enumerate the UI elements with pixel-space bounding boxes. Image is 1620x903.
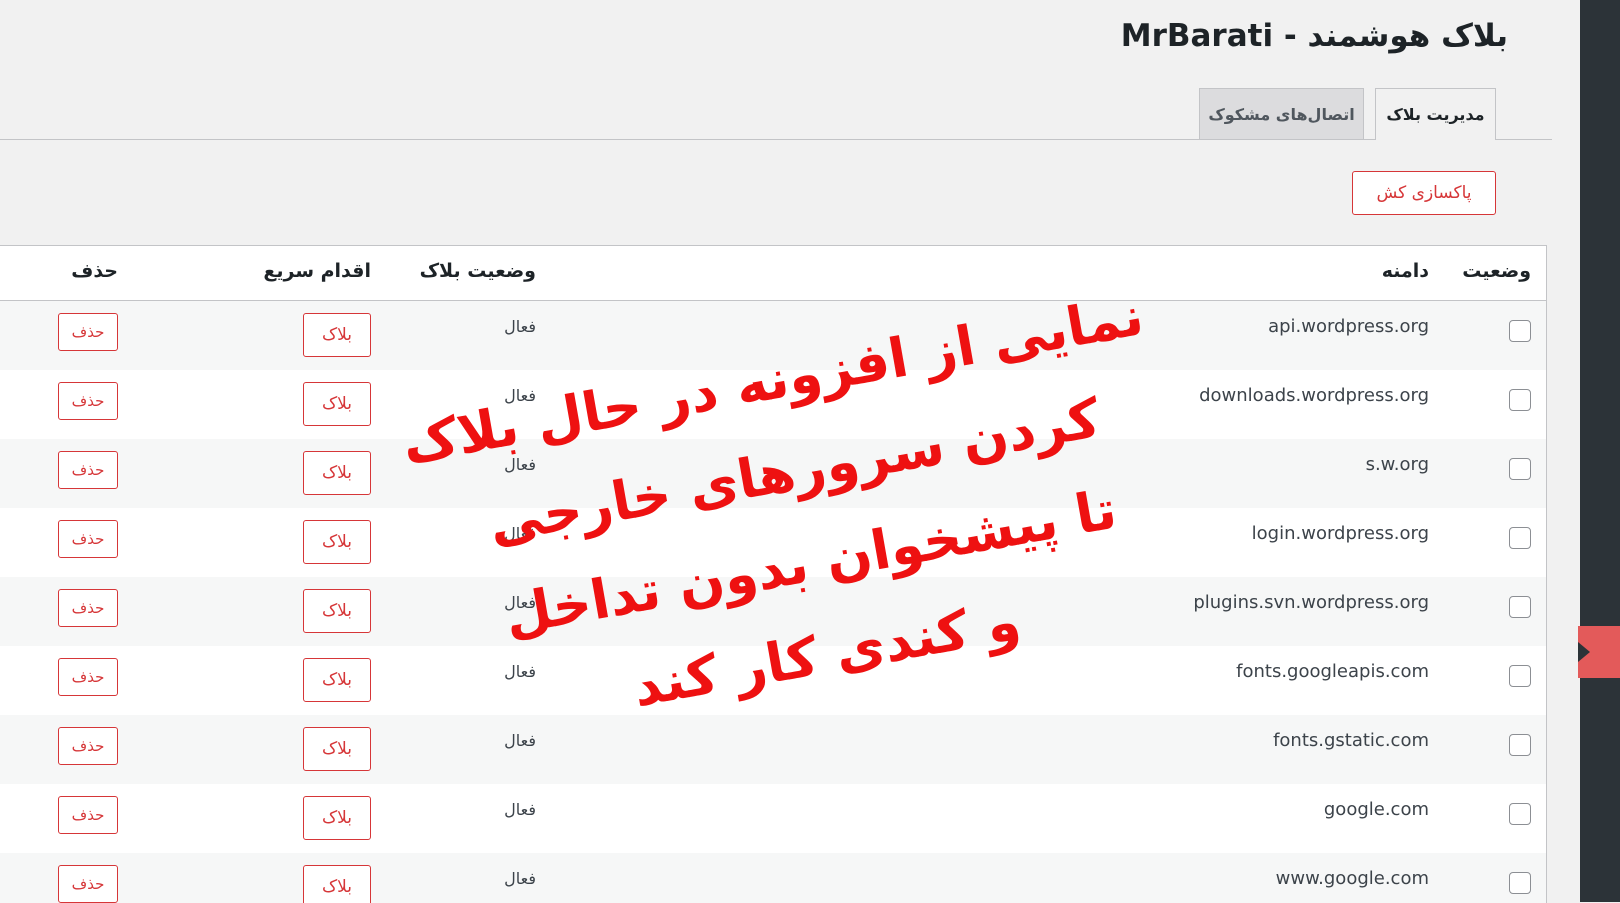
domains-table: وضعیت دامنه وضعیت بلاک اقدام سریع حذف ap… bbox=[0, 245, 1547, 903]
block-status: فعال bbox=[504, 386, 536, 405]
row-checkbox[interactable] bbox=[1509, 872, 1531, 894]
domain-name: s.w.org bbox=[1365, 454, 1429, 475]
row-checkbox[interactable] bbox=[1509, 320, 1531, 342]
delete-button[interactable]: حذف bbox=[58, 865, 118, 903]
delete-button[interactable]: حذف bbox=[58, 589, 118, 627]
domain-name: login.wordpress.org bbox=[1251, 523, 1429, 544]
table-row: api.wordpress.org فعال بلاک حذف bbox=[0, 301, 1546, 370]
block-status: فعال bbox=[504, 593, 536, 612]
row-checkbox[interactable] bbox=[1509, 803, 1531, 825]
column-header-quick-action: اقدام سریع bbox=[263, 260, 371, 282]
domain-name: plugins.svn.wordpress.org bbox=[1193, 592, 1429, 613]
block-status: فعال bbox=[504, 731, 536, 750]
table-row: s.w.org فعال بلاک حذف bbox=[0, 439, 1546, 508]
block-status: فعال bbox=[504, 524, 536, 543]
block-status: فعال bbox=[504, 662, 536, 681]
block-button[interactable]: بلاک bbox=[303, 313, 371, 357]
column-header-status: وضعیت bbox=[1462, 260, 1531, 282]
table-row: www.google.com فعال بلاک حذف bbox=[0, 853, 1546, 903]
row-checkbox[interactable] bbox=[1509, 734, 1531, 756]
tabs-divider bbox=[0, 139, 1552, 140]
delete-button[interactable]: حذف bbox=[58, 382, 118, 420]
page-title: بلاک هوشمند - MrBarati bbox=[1120, 18, 1508, 54]
block-button[interactable]: بلاک bbox=[303, 382, 371, 426]
table-row: fonts.gstatic.com فعال بلاک حذف bbox=[0, 715, 1546, 784]
table-row: fonts.googleapis.com فعال بلاک حذف bbox=[0, 646, 1546, 715]
block-status: فعال bbox=[504, 869, 536, 888]
table-row: downloads.wordpress.org فعال بلاک حذف bbox=[0, 370, 1546, 439]
column-header-domain: دامنه bbox=[1381, 260, 1429, 282]
tab-suspicious-connections[interactable]: اتصال‌های مشکوک bbox=[1199, 88, 1364, 139]
block-status: فعال bbox=[504, 317, 536, 336]
row-checkbox[interactable] bbox=[1509, 665, 1531, 687]
delete-button[interactable]: حذف bbox=[58, 451, 118, 489]
block-button[interactable]: بلاک bbox=[303, 727, 371, 771]
domain-name: fonts.googleapis.com bbox=[1236, 661, 1429, 682]
block-status: فعال bbox=[504, 800, 536, 819]
delete-button[interactable]: حذف bbox=[58, 520, 118, 558]
admin-content: بلاک هوشمند - MrBarati مدیریت بلاک اتصال… bbox=[0, 0, 1580, 903]
side-toggle-tab[interactable] bbox=[1578, 626, 1620, 678]
domain-name: downloads.wordpress.org bbox=[1199, 385, 1429, 406]
column-header-block-status: وضعیت بلاک bbox=[419, 260, 536, 282]
domain-name: www.google.com bbox=[1275, 868, 1429, 889]
column-header-delete: حذف bbox=[71, 260, 118, 282]
block-button[interactable]: بلاک bbox=[303, 589, 371, 633]
block-button[interactable]: بلاک bbox=[303, 520, 371, 564]
table-header: وضعیت دامنه وضعیت بلاک اقدام سریع حذف bbox=[0, 246, 1546, 301]
block-button[interactable]: بلاک bbox=[303, 658, 371, 702]
domain-name: google.com bbox=[1323, 799, 1429, 820]
delete-button[interactable]: حذف bbox=[58, 796, 118, 834]
tab-block-management[interactable]: مدیریت بلاک bbox=[1375, 88, 1496, 140]
domain-name: api.wordpress.org bbox=[1268, 316, 1429, 337]
domain-name: fonts.gstatic.com bbox=[1273, 730, 1429, 751]
block-button[interactable]: بلاک bbox=[303, 451, 371, 495]
delete-button[interactable]: حذف bbox=[58, 727, 118, 765]
row-checkbox[interactable] bbox=[1509, 527, 1531, 549]
table-row: plugins.svn.wordpress.org فعال بلاک حذف bbox=[0, 577, 1546, 646]
table-row: login.wordpress.org فعال بلاک حذف bbox=[0, 508, 1546, 577]
block-button[interactable]: بلاک bbox=[303, 865, 371, 903]
table-row: google.com فعال بلاک حذف bbox=[0, 784, 1546, 853]
row-checkbox[interactable] bbox=[1509, 389, 1531, 411]
block-button[interactable]: بلاک bbox=[303, 796, 371, 840]
purge-cache-button[interactable]: پاکسازی کش bbox=[1352, 171, 1496, 215]
block-status: فعال bbox=[504, 455, 536, 474]
delete-button[interactable]: حذف bbox=[58, 658, 118, 696]
row-checkbox[interactable] bbox=[1509, 458, 1531, 480]
admin-sidebar-edge bbox=[1580, 0, 1620, 902]
delete-button[interactable]: حذف bbox=[58, 313, 118, 351]
row-checkbox[interactable] bbox=[1509, 596, 1531, 618]
